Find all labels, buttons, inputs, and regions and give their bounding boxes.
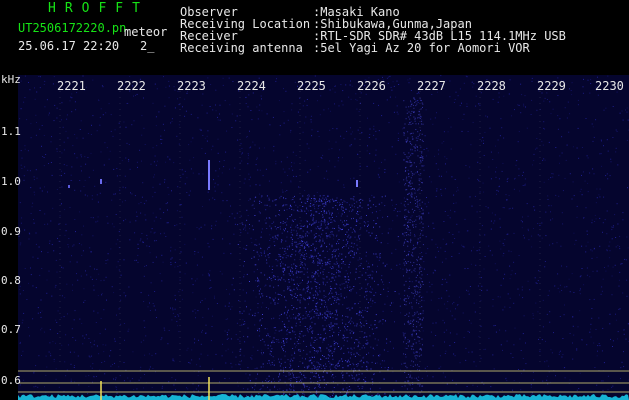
x-tick-label: 2228 [477,79,506,93]
y-tick-label: 0.9 [1,225,21,238]
spectrogram-plot[interactable] [18,75,629,400]
y-tick-label: 0.6 [1,374,21,387]
x-tick-label: 2221 [57,79,86,93]
info-value-antenna: :5el Yagi Az 20 for Aomori VOR [313,41,530,55]
x-tick-label: 2225 [297,79,326,93]
page-indicator: 2_ [140,39,155,53]
x-tick-label: 2223 [177,79,206,93]
info-label-antenna: Receiving antenna [180,41,303,55]
y-axis-title: kHz [1,73,21,86]
x-tick-label: 2226 [357,79,386,93]
y-tick-label: 0.7 [1,323,21,336]
meteor-echo [356,180,358,187]
x-tick-label: 2227 [417,79,446,93]
meteor-echo [68,185,70,188]
y-tick-label: 0.8 [1,274,21,287]
meteor-echo [100,179,102,184]
mode-label: meteor [124,25,168,39]
x-tick-label: 2224 [237,79,266,93]
x-tick-label: 2230 [595,79,624,93]
y-tick-label: 1.1 [1,125,21,138]
plot-background [18,75,629,400]
datetime-label: 25.06.17 22:20 [18,39,120,53]
x-tick-label: 2229 [537,79,566,93]
file-name: UT2506172220.pn [18,21,127,35]
y-tick-label: 1.0 [1,175,21,188]
x-tick-label: 2222 [117,79,146,93]
meteor-echo [208,160,210,190]
app-brand: HROFFT [48,1,149,16]
